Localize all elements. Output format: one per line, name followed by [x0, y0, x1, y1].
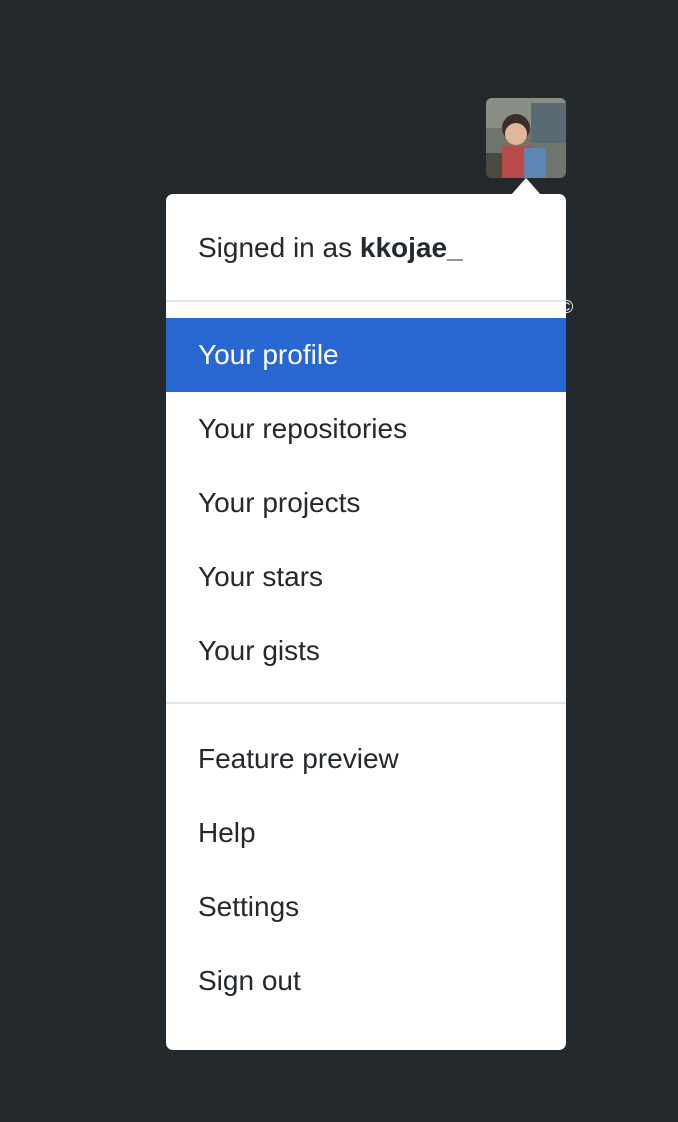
- menu-item-your-repositories[interactable]: Your repositories: [166, 392, 566, 466]
- menu-item-sign-out[interactable]: Sign out: [166, 944, 566, 1018]
- avatar-image: [486, 98, 566, 178]
- menu-item-your-stars[interactable]: Your stars: [166, 540, 566, 614]
- copyright-icon: ©: [560, 297, 574, 317]
- menu-item-your-profile[interactable]: Your profile: [166, 318, 566, 392]
- signed-in-header: Signed in as kkojae_: [166, 194, 566, 300]
- signed-in-label: Signed in as: [198, 232, 353, 263]
- dropdown-caret: [511, 178, 541, 195]
- menu-item-your-gists[interactable]: Your gists: [166, 614, 566, 688]
- menu-item-help[interactable]: Help: [166, 796, 566, 870]
- menu-group-settings: Feature preview Help Settings Sign out: [166, 704, 566, 1018]
- menu-item-your-projects[interactable]: Your projects: [166, 466, 566, 540]
- menu-group-profile: Your profile Your repositories Your proj…: [166, 302, 566, 702]
- username: kkojae_: [359, 232, 463, 263]
- menu-item-feature-preview[interactable]: Feature preview: [166, 722, 566, 796]
- user-avatar-button[interactable]: [486, 98, 566, 178]
- menu-item-settings[interactable]: Settings: [166, 870, 566, 944]
- user-dropdown-menu: Signed in as kkojae_ Your profile Your r…: [166, 194, 566, 1050]
